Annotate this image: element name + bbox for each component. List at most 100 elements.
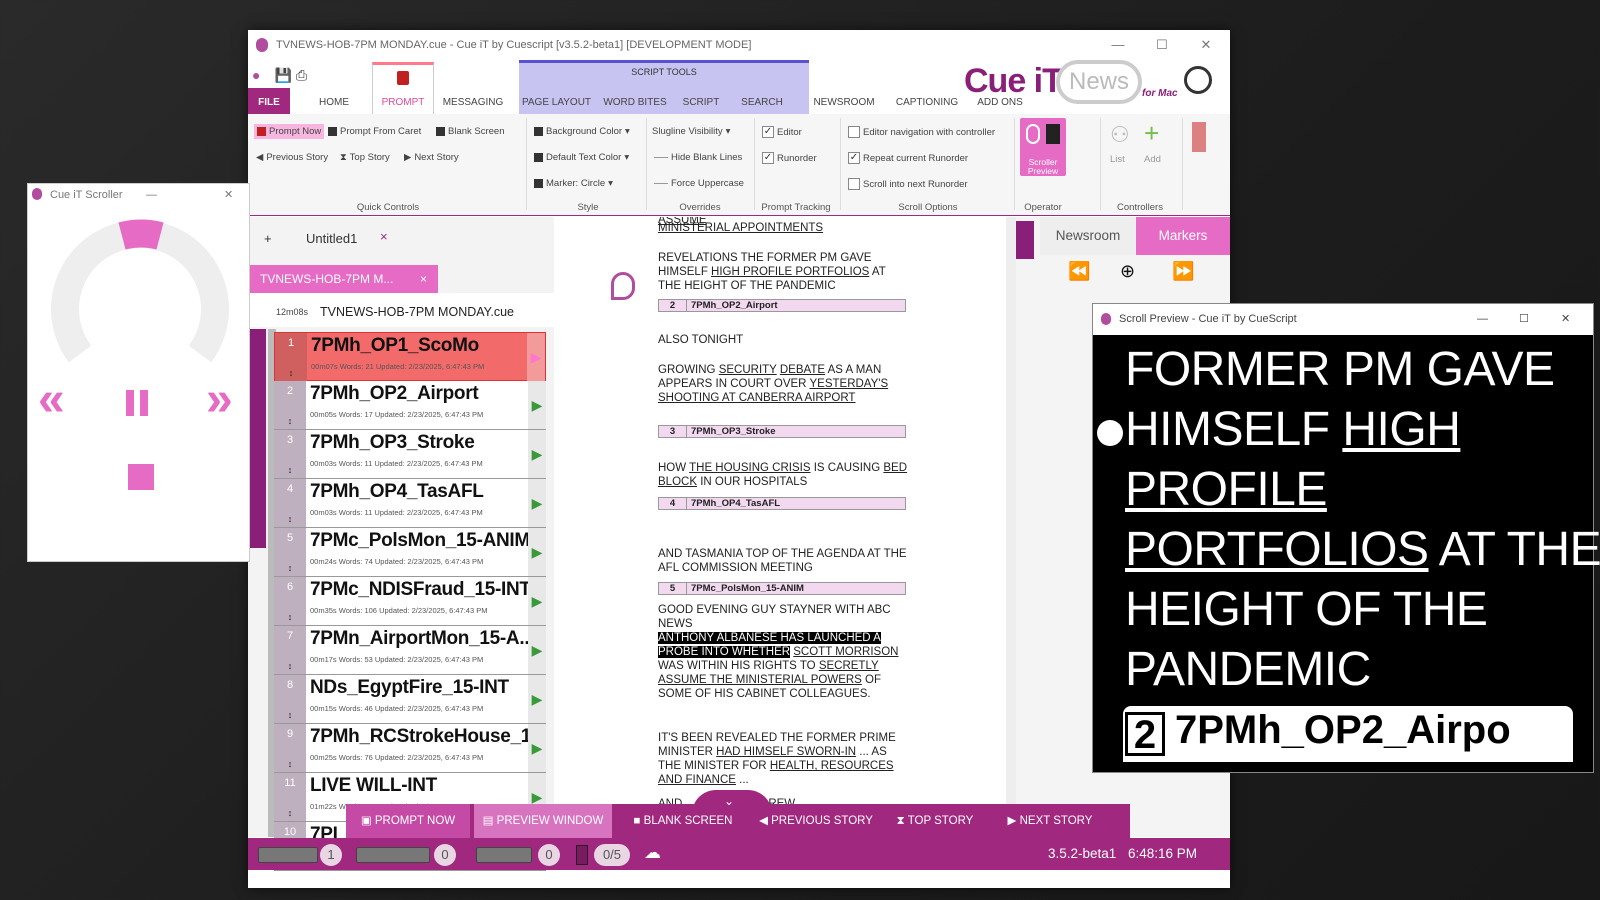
- previous-story-button[interactable]: ◀ PREVIOUS STORY: [754, 804, 878, 838]
- runorder-checkbox[interactable]: ✓ Runorder: [762, 152, 817, 164]
- drag-handle-icon[interactable]: ↕: [274, 759, 306, 769]
- pause-icon[interactable]: [126, 390, 134, 416]
- drag-handle-icon[interactable]: ↕: [274, 563, 306, 573]
- rundown-scroll-indicator[interactable]: [250, 329, 266, 548]
- tab-script[interactable]: SCRIPT: [676, 88, 726, 114]
- story-number-cell[interactable]: 1 ↕: [275, 333, 307, 381]
- repeat-runorder-checkbox[interactable]: ✓ Repeat current Runorder: [848, 152, 968, 164]
- story-number-cell[interactable]: 3 ↕: [274, 430, 306, 478]
- close-button[interactable]: ✕: [1186, 30, 1226, 60]
- prompt-from-caret-button[interactable]: Prompt From Caret: [328, 126, 421, 137]
- editor-checkbox[interactable]: ✓ Editor: [762, 126, 802, 138]
- tab-captioning[interactable]: CAPTIONING: [888, 88, 966, 114]
- checkbox-unchecked[interactable]: [848, 126, 860, 138]
- stopwatch-icon[interactable]: [1184, 66, 1212, 94]
- play-story-icon[interactable]: ▶: [528, 626, 546, 674]
- new-tab-button[interactable]: +: [264, 231, 272, 246]
- add-icon[interactable]: +: [1144, 118, 1159, 149]
- play-story-icon[interactable]: ▶: [528, 479, 546, 527]
- drag-handle-icon[interactable]: ↕: [274, 465, 306, 475]
- rundown-story[interactable]: 4 ↕ 7PMh_OP4_TasAFL 00m03s Words: 11 Update…: [274, 479, 546, 528]
- force-uppercase-toggle[interactable]: Force Uppercase: [654, 178, 744, 189]
- rundown-story[interactable]: 6 ↕ 7PMc_NDISFraud_15-INT 00m35s Words: 106…: [274, 577, 546, 626]
- tab-word-bites[interactable]: WORD BITES: [600, 88, 670, 114]
- prompt-now-button[interactable]: ▣ PROMPT NOW: [346, 804, 470, 838]
- prompt-now-ribbon-button[interactable]: Prompt Now: [254, 124, 325, 139]
- story-number-cell[interactable]: 6 ↕: [274, 577, 306, 625]
- fast-forward-icon[interactable]: »: [206, 372, 233, 427]
- minimize-button[interactable]: —: [1477, 304, 1488, 335]
- story-number-cell[interactable]: 9 ↕: [274, 724, 306, 772]
- tab-untitled[interactable]: Untitled1: [306, 231, 357, 246]
- previous-story-ribbon-button[interactable]: ◀ Previous Story: [256, 152, 328, 163]
- slugline-visibility-button[interactable]: Slugline Visibility ▾: [652, 126, 730, 137]
- rundown-story[interactable]: 2 ↕ 7PMh_OP2_Airport 00m05s Words: 17 Updat…: [274, 381, 546, 430]
- blank-screen-button[interactable]: ■ BLANK SCREEN: [628, 804, 738, 838]
- tab-prompt[interactable]: PROMPT: [372, 62, 434, 114]
- play-story-icon[interactable]: ▶: [528, 675, 546, 723]
- save-icon[interactable]: 💾: [274, 67, 291, 84]
- preview-window-button[interactable]: ▤ PREVIEW WINDOW: [474, 804, 612, 838]
- story-marker[interactable]: 3 7PMh_OP3_Stroke: [658, 425, 906, 438]
- default-text-color-button[interactable]: Default Text Color ▾: [534, 152, 629, 163]
- story-marker[interactable]: 2 7PMh_OP2_Airport: [658, 299, 906, 312]
- side-scroll-marker[interactable]: [1016, 221, 1034, 259]
- tab-messaging[interactable]: MESSAGING: [438, 88, 508, 114]
- story-marker[interactable]: 5 7PMc_PolsMon_15-ANIM: [658, 582, 906, 595]
- rundown-story[interactable]: 3 ↕ 7PMh_OP3_Stroke 00m03s Words: 11 Update…: [274, 430, 546, 479]
- tab-search[interactable]: SEARCH: [732, 88, 792, 114]
- marker-circle-button[interactable]: Marker: Circle ▾: [534, 178, 613, 189]
- rundown-story[interactable]: 5 ↕ 7PMc_PolsMon_15-ANIM 00m24s Words: 74 U…: [274, 528, 546, 577]
- next-story-ribbon-button[interactable]: ▶ Next Story: [404, 152, 459, 163]
- play-story-icon[interactable]: ▶: [528, 577, 546, 625]
- drag-handle-icon[interactable]: ↕: [274, 416, 306, 426]
- speed-dial[interactable]: [50, 214, 230, 374]
- rundown-story[interactable]: 1 ↕ 7PMh_OP1_ScoMo 00m07s Words: 21 Updated…: [274, 332, 546, 381]
- story-number-cell[interactable]: 4 ↕: [274, 479, 306, 527]
- list-icon[interactable]: ⚇: [1110, 122, 1130, 148]
- tab-file[interactable]: FILE: [248, 88, 290, 114]
- story-number-cell[interactable]: 2 ↕: [274, 381, 306, 429]
- rundown-story[interactable]: 7 ↕ 7PMn_AirportMon_15-A... 00m17s Words: 5…: [274, 626, 546, 675]
- fast-forward-icon[interactable]: ⏩: [1172, 261, 1194, 282]
- story-marker[interactable]: 4 7PMh_OP4_TasAFL: [658, 497, 906, 510]
- play-story-icon[interactable]: ▶: [528, 724, 546, 772]
- add-marker-icon[interactable]: ⊕: [1120, 261, 1135, 282]
- rewind-icon[interactable]: ⏪: [1068, 261, 1090, 282]
- overflow-icon[interactable]: [1192, 122, 1206, 152]
- next-story-button[interactable]: ▶ NEXT STORY: [992, 804, 1108, 838]
- story-number-cell[interactable]: 5 ↕: [274, 528, 306, 576]
- drag-handle-icon[interactable]: ↕: [274, 710, 306, 720]
- script-editor[interactable]: ASSUME MINISTERIAL APPOINTMENTS REVELATI…: [554, 217, 1016, 837]
- tab-markers-panel[interactable]: Markers: [1136, 217, 1230, 255]
- story-number-cell[interactable]: 8 ↕: [274, 675, 306, 723]
- play-story-icon[interactable]: ▶: [528, 381, 546, 429]
- drag-handle-icon[interactable]: ↕: [274, 661, 306, 671]
- story-number-cell[interactable]: 11 ↕: [274, 773, 306, 821]
- drag-handle-icon[interactable]: ↕: [275, 368, 307, 378]
- drag-handle-icon[interactable]: ↕: [274, 612, 306, 622]
- play-story-icon[interactable]: ▶: [528, 430, 546, 478]
- checkbox-checked[interactable]: ✓: [848, 152, 860, 164]
- rundown-story[interactable]: 9 ↕ 7PMh_RCStrokeHouse_1... 00m25s Words: 7…: [274, 724, 546, 773]
- checkbox-checked[interactable]: ✓: [762, 152, 774, 164]
- minimize-button[interactable]: —: [146, 184, 157, 206]
- maximize-button[interactable]: ☐: [1142, 30, 1182, 60]
- blank-screen-ribbon-button[interactable]: Blank Screen: [436, 126, 505, 137]
- maximize-button[interactable]: ☐: [1519, 304, 1529, 335]
- rewind-icon[interactable]: «: [38, 372, 65, 427]
- minimize-button[interactable]: —: [1098, 30, 1138, 60]
- scroller-preview-button[interactable]: Scroller Preview: [1020, 118, 1066, 176]
- tab-home[interactable]: HOME: [304, 88, 364, 114]
- tab-newsroom-panel[interactable]: Newsroom: [1040, 217, 1136, 255]
- tab-newsroom[interactable]: NEWSROOM: [808, 88, 880, 114]
- print-icon[interactable]: ⎙: [296, 67, 307, 84]
- top-story-ribbon-button[interactable]: ⧗ Top Story: [340, 152, 390, 163]
- rundown-story[interactable]: 8 ↕ NDs_EgyptFire_15-INT 00m15s Words: 46 U…: [274, 675, 546, 724]
- story-number-cell[interactable]: 7 ↕: [274, 626, 306, 674]
- play-story-icon[interactable]: ▶: [527, 333, 545, 381]
- stop-icon[interactable]: [128, 464, 154, 490]
- background-color-button[interactable]: Background Color ▾: [534, 126, 630, 137]
- tab-page-layout[interactable]: PAGE LAYOUT: [519, 88, 594, 114]
- scroll-into-next-checkbox[interactable]: Scroll into next Runorder: [848, 178, 968, 190]
